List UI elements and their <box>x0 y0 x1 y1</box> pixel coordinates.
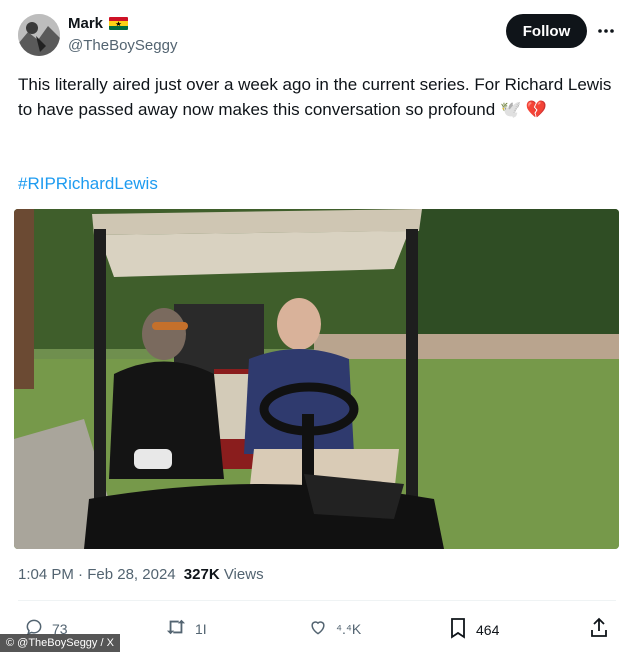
share-button[interactable] <box>589 617 609 642</box>
image-credit: © @TheBoySeggy / X <box>0 634 120 652</box>
follow-button[interactable]: Follow <box>506 14 587 48</box>
tweet-media-image[interactable] <box>14 209 619 549</box>
tweet-text: This literally aired just over a week ag… <box>18 75 612 119</box>
user-name[interactable]: Mark <box>68 15 103 32</box>
divider <box>18 600 616 601</box>
share-icon <box>589 617 609 642</box>
repost-count: 1I <box>195 620 207 637</box>
like-count: ⁴.⁴K <box>336 620 362 637</box>
tweet-time[interactable]: 1:04 PM <box>18 566 74 583</box>
bookmark-icon <box>448 617 468 642</box>
tweet-meta: 1:04 PM · Feb 28, 2024 327K Views <box>18 566 264 583</box>
repost-button[interactable]: 1I <box>165 617 207 640</box>
user-display-name[interactable]: Mark <box>68 15 129 32</box>
like-button[interactable]: ⁴.⁴K <box>308 617 361 640</box>
views-count: 327K <box>183 566 220 583</box>
heart-icon <box>308 617 328 640</box>
hashtag-link[interactable]: #RIPRichardLewis <box>18 174 158 194</box>
ghana-flag-icon <box>109 17 129 30</box>
bookmark-button[interactable]: 464 <box>448 617 499 642</box>
avatar[interactable] <box>18 14 60 56</box>
tweet-date[interactable]: Feb 28, 2024 <box>87 566 175 583</box>
views-label: Views <box>219 566 264 583</box>
bookmark-count: 464 <box>476 621 500 638</box>
repost-icon <box>165 617 187 640</box>
more-options-icon[interactable] <box>592 20 620 42</box>
meta-separator: · <box>73 566 88 583</box>
user-handle[interactable]: @TheBoySeggy <box>68 37 177 54</box>
tweet-card: Mark @TheBoySeggy Follow This literally … <box>0 0 634 652</box>
